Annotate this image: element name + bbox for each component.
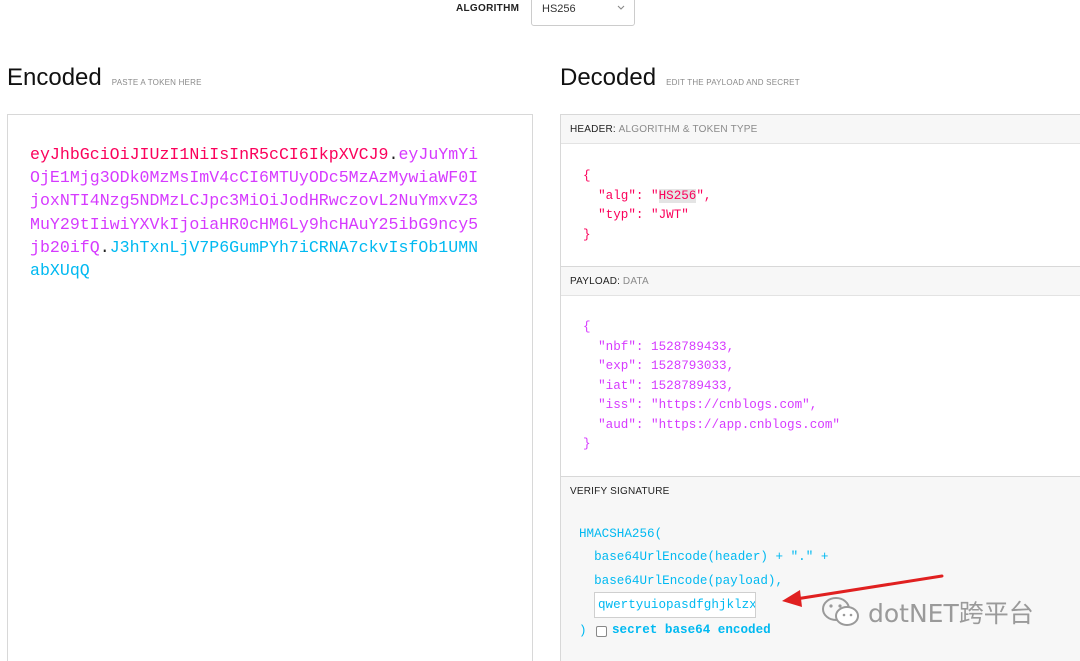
header-json-editor[interactable]: { "alg": "HS256", "typ": "JWT" } [583,167,712,245]
json-line: } [583,437,591,451]
secret-input[interactable]: qwertyuiopasdfghjklzx [594,592,756,618]
payload-section-bar: PAYLOAD: DATA [561,267,1080,296]
decoded-title: Decoded [560,64,657,91]
verify-code-line: base64UrlEncode(payload), [579,574,784,588]
payload-section-sublabel: DATA [622,276,649,287]
encoded-title: Encoded [7,64,102,91]
watermark-text: dotNET跨平台 [868,599,1034,628]
json-line: "typ": "JWT" [583,208,689,222]
verify-close-paren: ) [579,624,587,638]
decoded-subtitle: EDIT THE PAYLOAD AND SECRET [666,78,800,87]
encoded-token-editor[interactable]: eyJhbGciOiJIUzI1NiIsInR5cCI6IkpXVCJ9.eyJ… [7,114,533,661]
json-line: "nbf": 1528789433, [583,339,735,354]
wechat-logo-icon [822,597,859,626]
algorithm-select-value: HS256 [542,3,576,15]
verify-section-bar: VERIFY SIGNATURE [561,477,1080,506]
header-section-bar: HEADER: ALGORITHM & TOKEN TYPE [561,115,1080,144]
verify-code-line: base64UrlEncode(header) + "." + [579,550,829,564]
encoded-heading: Encoded PASTE A TOKEN HERE [7,64,202,92]
json-line: "aud": "https://app.cnblogs.com" [583,417,840,432]
payload-section-label: PAYLOAD: [570,276,621,287]
secret-base64-label[interactable]: secret base64 encoded [612,623,771,637]
algorithm-select[interactable]: HS256 [531,0,635,26]
json-line: } [583,227,591,242]
json-line: { [583,169,591,183]
verify-section-label: VERIFY SIGNATURE [570,486,670,497]
json-line: "exp": 1528793033, [583,359,735,373]
json-alg-value: HS256 [658,188,697,203]
json-line: { [583,320,591,334]
token-dot: . [99,237,110,257]
token-dot: . [388,145,399,164]
header-section-label: HEADER: [570,124,616,135]
encoded-token-text: eyJhbGciOiJIUzI1NiIsInR5cCI6IkpXVCJ9.eyJ… [30,143,480,282]
encoded-subtitle: PASTE A TOKEN HERE [111,78,202,87]
secret-base64-checkbox[interactable] [596,626,607,637]
verify-code-line: HMACSHA256( [579,527,663,541]
token-header-part: eyJhbGciOiJIUzI1NiIsInR5cCI6IkpXVCJ9 [30,145,389,164]
header-section-sublabel: ALGORITHM & TOKEN TYPE [618,124,758,135]
algorithm-bar: ALGORITHM HS256 [0,0,1080,30]
json-alg-tail: ", [696,188,712,203]
json-alg-key: "alg": " [583,188,659,203]
payload-json-editor[interactable]: { "nbf": 1528789433, "exp": 1528793033, … [583,318,840,455]
json-line: "iss": "https://cnblogs.com", [583,398,818,412]
chevron-down-icon [617,5,625,10]
algorithm-label: ALGORITHM [456,3,520,14]
decoded-heading: Decoded EDIT THE PAYLOAD AND SECRET [560,64,800,92]
watermark: dotNET跨平台 [820,594,1034,630]
json-line: "iat": 1528789433, [583,378,735,393]
